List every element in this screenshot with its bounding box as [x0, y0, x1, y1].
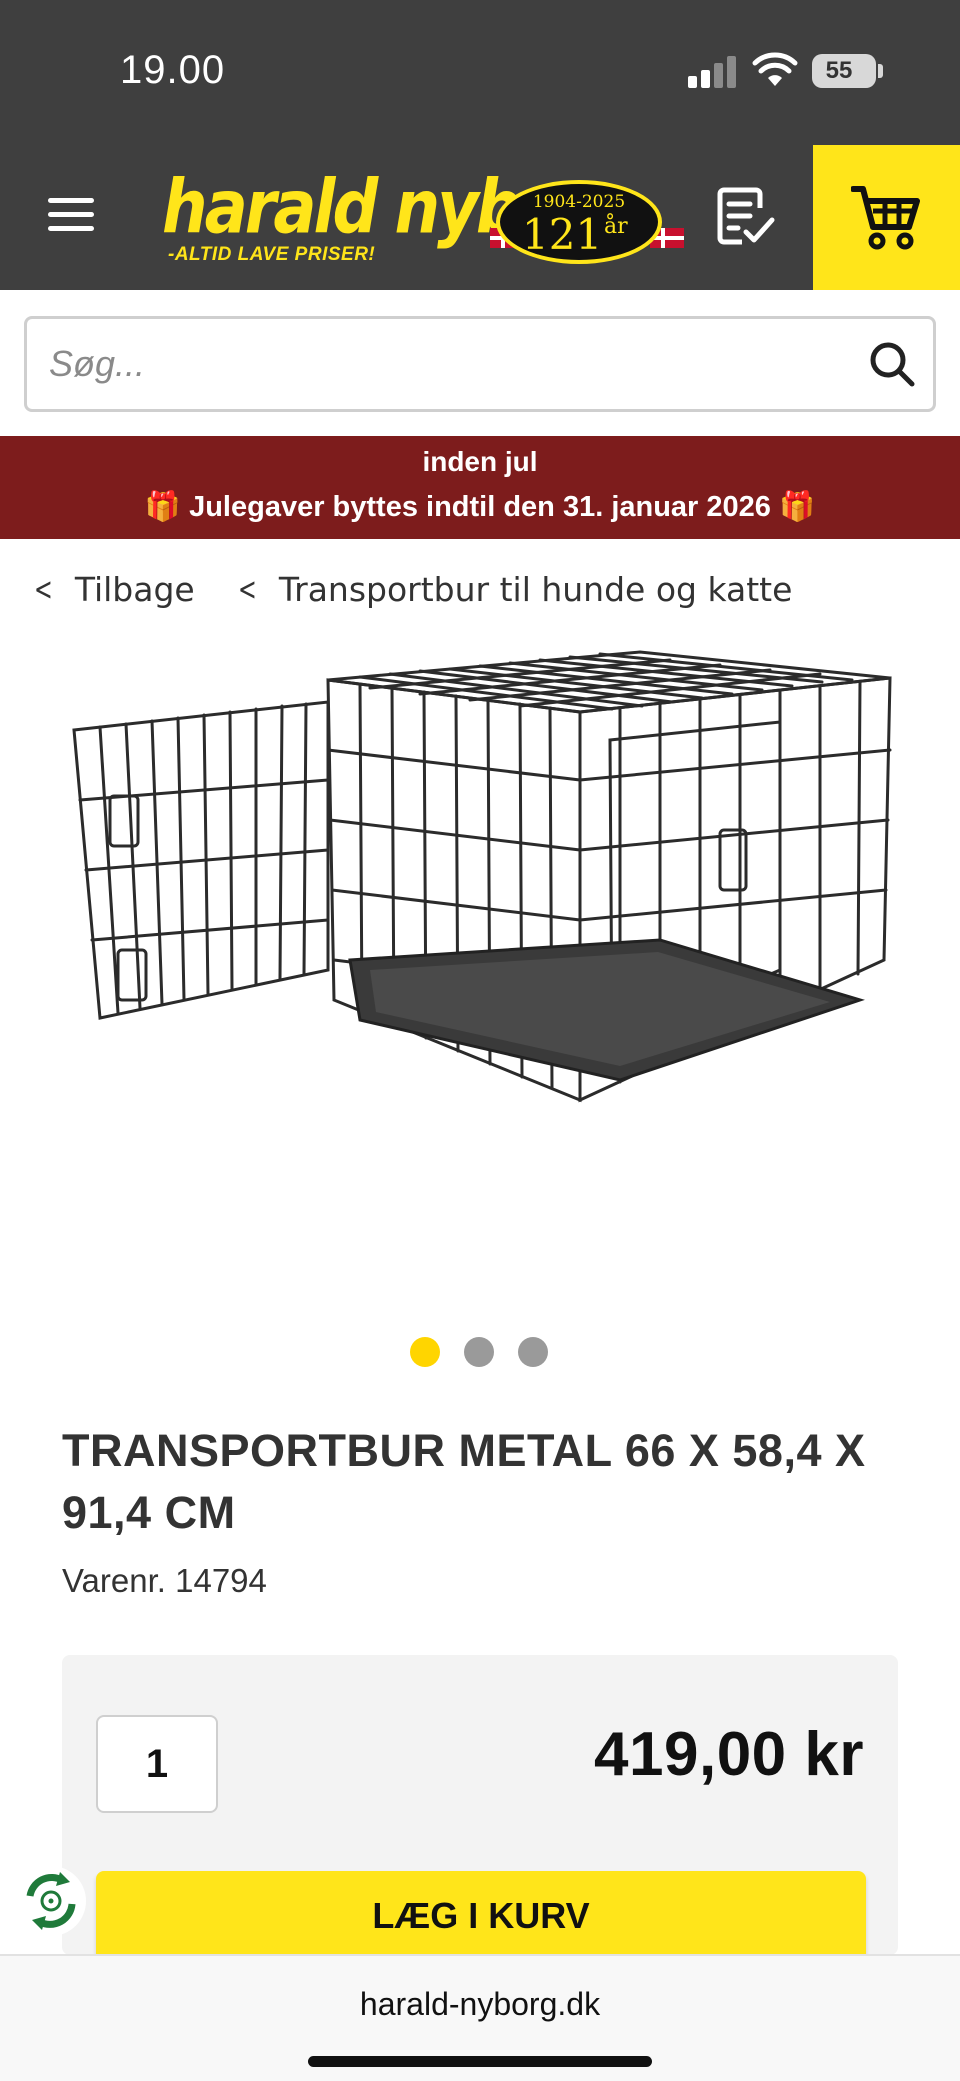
promo-banner[interactable]: inden jul 🎁 Julegaver byttes indtil den …: [0, 436, 960, 539]
search-icon[interactable]: [867, 339, 917, 389]
buy-panel: 1 419,00 kr LÆG I KURV: [62, 1655, 898, 1961]
quantity-input[interactable]: 1: [96, 1715, 218, 1813]
gallery-dot-2[interactable]: [464, 1337, 494, 1367]
chevron-left-icon: <: [34, 570, 53, 608]
shopping-cart-button[interactable]: [813, 145, 960, 290]
hamburger-menu-icon[interactable]: [48, 194, 96, 234]
product-image[interactable]: [60, 640, 900, 1140]
status-time: 19.00: [120, 48, 226, 92]
promo-text-line2: 🎁 Julegaver byttes indtil den 31. januar…: [144, 491, 816, 523]
browser-url-bar[interactable]: harald-nyborg.dk: [0, 1954, 960, 2081]
add-to-cart-button[interactable]: LÆG I KURV: [96, 1871, 866, 1961]
breadcrumb-category-label: Transportbur til hunde og katte: [278, 569, 793, 609]
shopping-list-icon[interactable]: [716, 186, 776, 248]
battery-icon: 55: [812, 54, 876, 88]
logo-tagline: -ALTID LAVE PRISER!: [168, 244, 376, 265]
promo-text-line1: inden jul: [422, 446, 538, 477]
breadcrumb-category[interactable]: < Transportbur til hunde og katte: [234, 566, 792, 612]
back-link[interactable]: < Tilbage: [30, 566, 195, 612]
back-link-label: Tilbage: [74, 569, 195, 609]
home-indicator[interactable]: [308, 2056, 652, 2067]
battery-nub: [878, 64, 883, 78]
shopping-cart-icon: [851, 186, 920, 250]
product-title: TRANSPORTBUR METAL 66 X 58,4 X 91,4 CM: [62, 1425, 866, 1538]
recycle-badge-icon[interactable]: [16, 1866, 86, 1936]
anniversary-suffix: år: [604, 214, 628, 239]
product-price: 419,00 kr: [594, 1720, 864, 1789]
gallery-dot-3[interactable]: [518, 1337, 548, 1367]
search-bar: [24, 316, 936, 412]
battery-level: 55: [825, 57, 853, 84]
gallery-pagination: [410, 1337, 548, 1367]
product-sku: Varenr. 14794: [62, 1562, 267, 1599]
anniversary-number: 121: [522, 210, 603, 259]
chevron-left-icon: <: [238, 570, 257, 608]
url-text: harald-nyborg.dk: [359, 1986, 601, 2022]
anniversary-badge: 1904-2025 121 år: [496, 180, 662, 264]
cellular-signal-icon: [688, 56, 738, 88]
anniversary-years: 1904-2025: [532, 192, 626, 212]
gallery-dot-1[interactable]: [410, 1337, 440, 1367]
wifi-icon: [752, 52, 798, 86]
harald-nyborg-logo[interactable]: harald nyborg -ALTID LAVE PRISER! 1904-2…: [158, 166, 684, 278]
search-input[interactable]: [49, 319, 849, 409]
